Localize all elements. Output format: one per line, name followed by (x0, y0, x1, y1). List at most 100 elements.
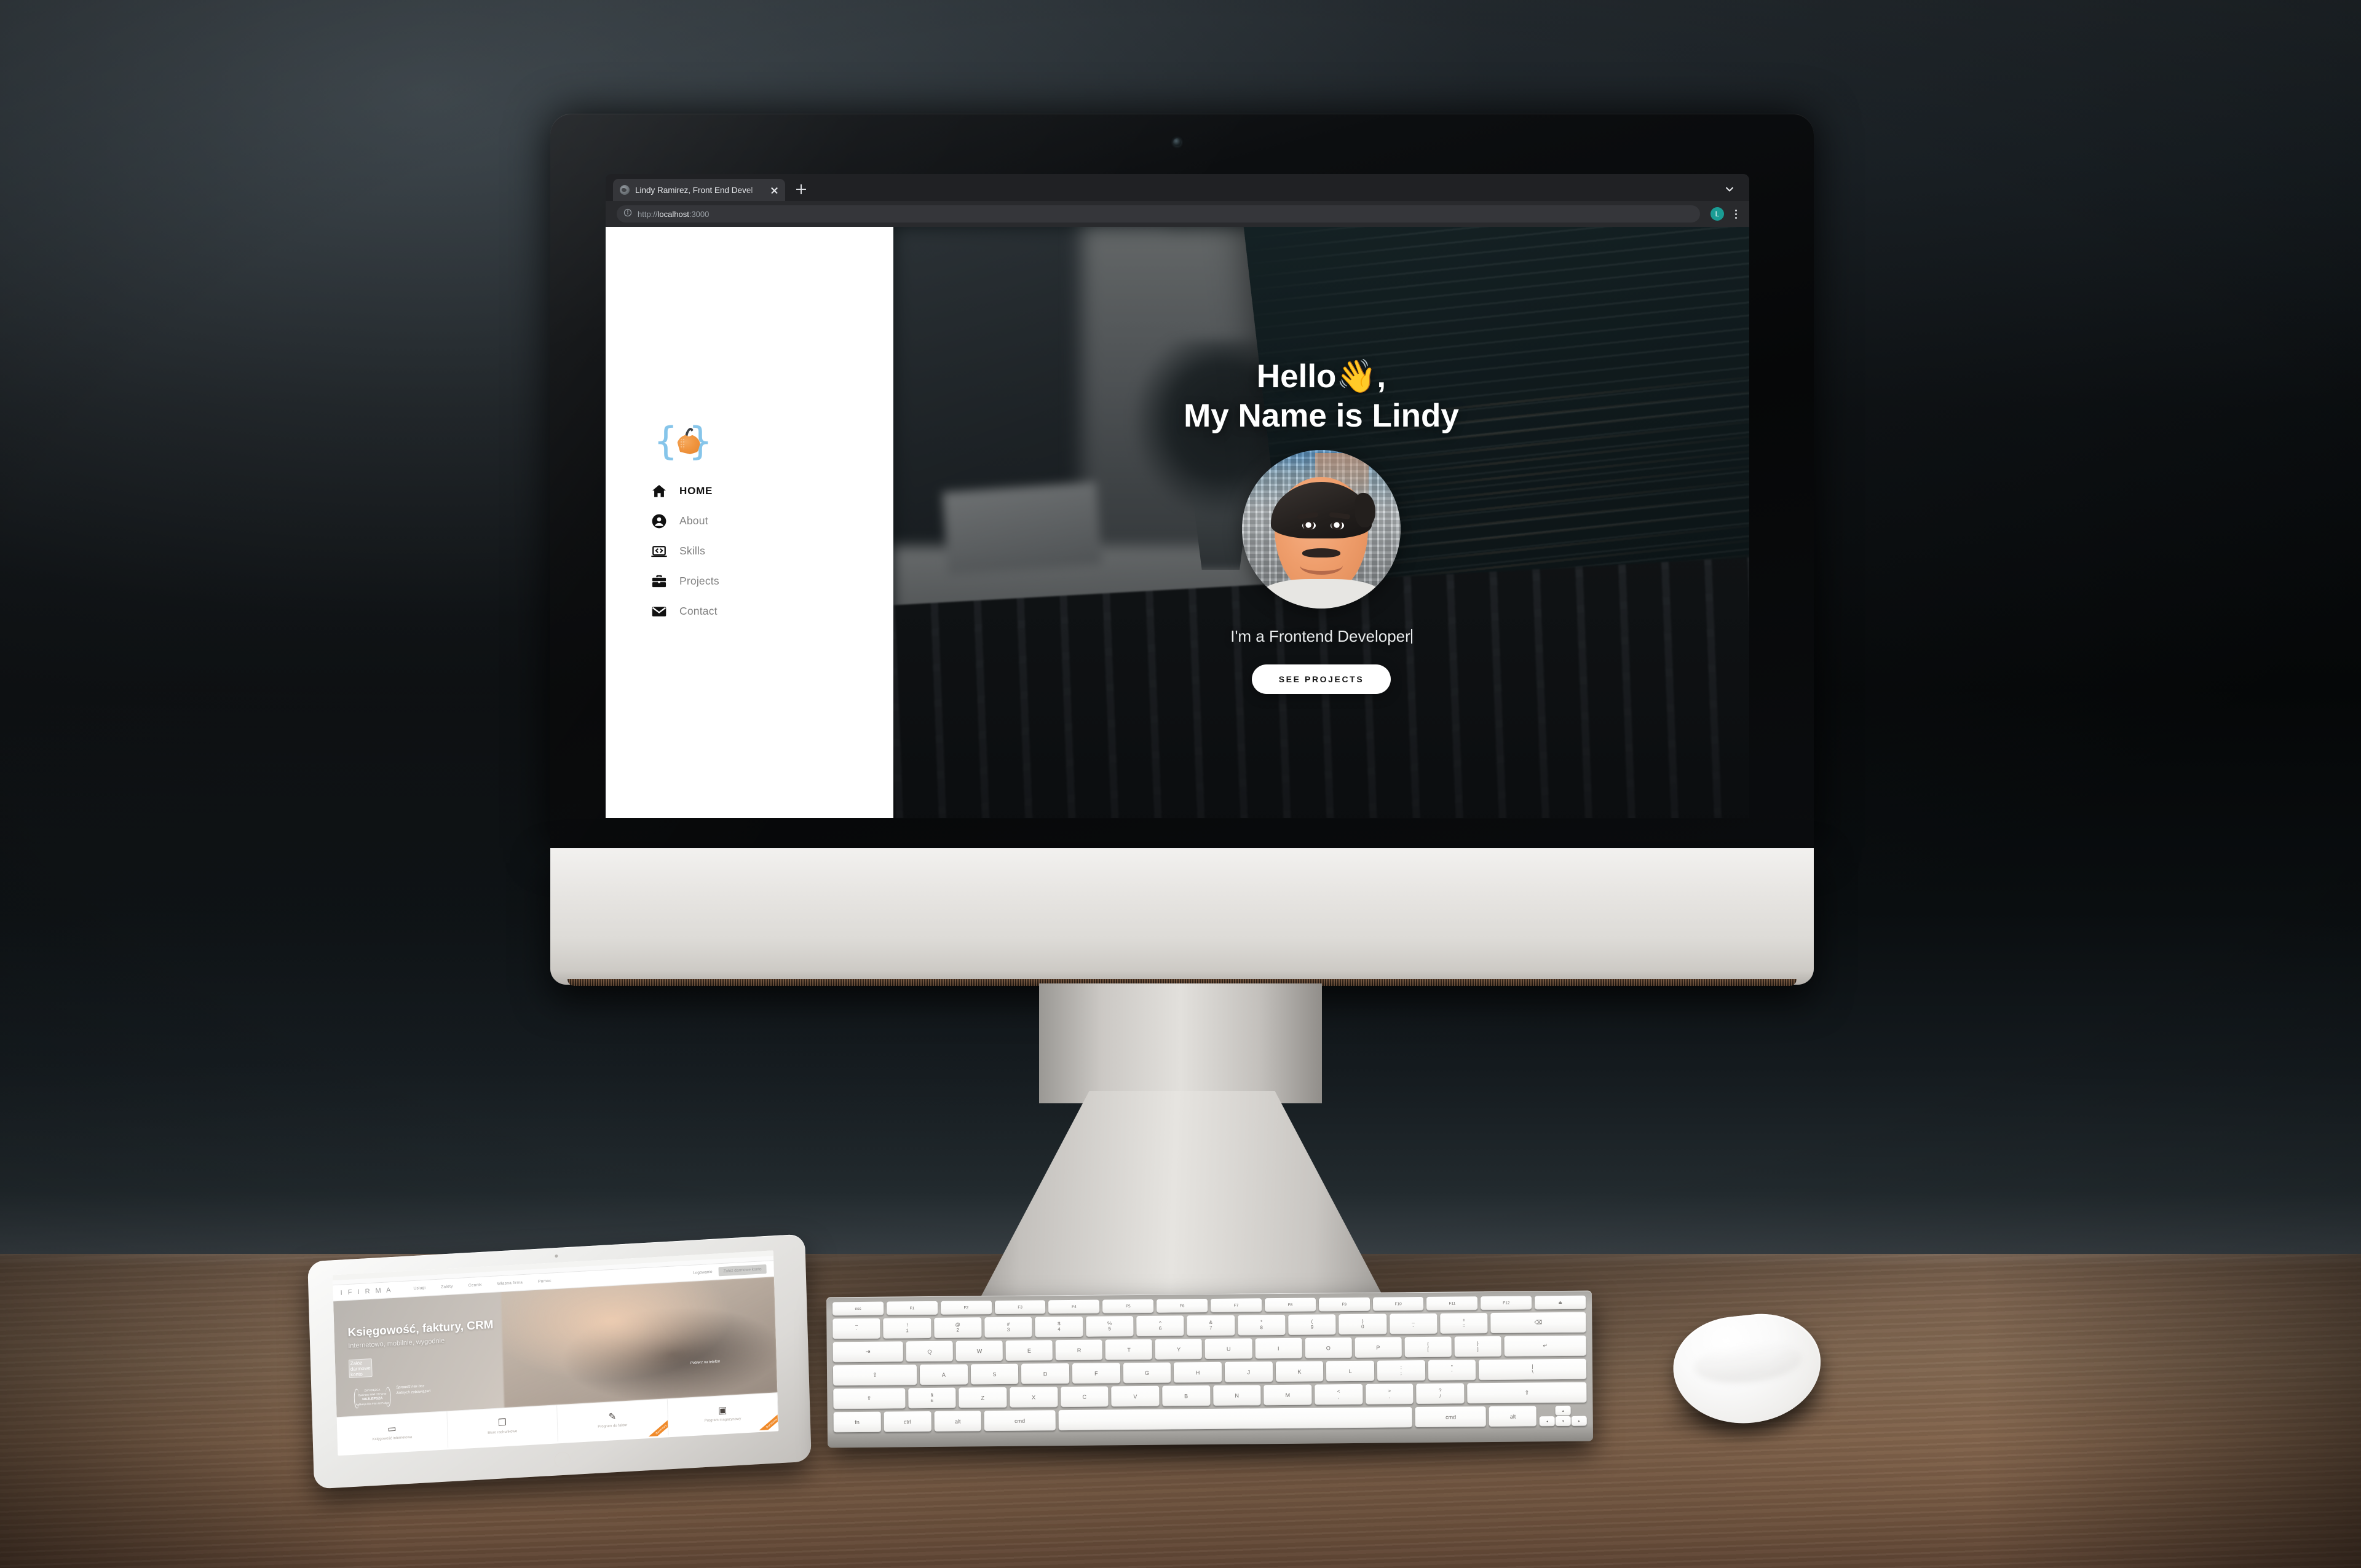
keyboard-key[interactable]: alt (1489, 1406, 1537, 1427)
keyboard-key[interactable]: " ' (1428, 1360, 1476, 1381)
keyboard-key[interactable]: ↵ (1504, 1335, 1586, 1357)
keyboard-key[interactable]: O (1305, 1337, 1352, 1358)
tablet-card[interactable]: ✎ Program do faktur Darmowy (557, 1399, 669, 1442)
browser-tab[interactable]: Lindy Ramirez, Front End Devel (613, 179, 785, 201)
keyboard-key[interactable]: esc (832, 1301, 884, 1316)
keyboard-key[interactable]: (9 (1288, 1314, 1336, 1335)
keyboard-key[interactable]: + = (1440, 1313, 1488, 1334)
tablet-nav-link[interactable]: Usługi (413, 1286, 425, 1291)
keyboard-key[interactable]: ^ 6 (1136, 1315, 1184, 1337)
tablet-login-link[interactable]: Logowanie (693, 1270, 713, 1275)
info-circle-icon[interactable] (623, 208, 632, 220)
keyboard-key[interactable]: ◂ (1539, 1416, 1556, 1427)
keyboard-key[interactable]: F6 (1157, 1299, 1208, 1313)
keyboard-key[interactable]: X (1010, 1387, 1058, 1408)
tablet-nav-link[interactable]: Zalety (441, 1284, 453, 1289)
keyboard-key[interactable]: * 8 (1237, 1314, 1286, 1336)
keyboard-key[interactable]: $4 (1035, 1316, 1083, 1338)
keyboard-key[interactable]: :; (1377, 1360, 1425, 1381)
keyboard-key[interactable]: S (970, 1363, 1019, 1385)
keyboard-key[interactable]: U (1205, 1338, 1252, 1360)
sidebar-item-home[interactable]: HOME (649, 476, 852, 506)
tablet-card[interactable]: ▣ Program magazynowy Darmowy (667, 1393, 779, 1436)
keyboard-key[interactable]: C (1060, 1386, 1109, 1408)
keyboard-key[interactable]: § ± (908, 1387, 956, 1409)
keyboard-key[interactable]: G (1123, 1362, 1171, 1384)
keyboard-key[interactable]: ▸ (1571, 1416, 1587, 1426)
keyboard-key[interactable]: I (1255, 1338, 1302, 1359)
keyboard-key[interactable]: A (919, 1364, 968, 1385)
apple-keyboard[interactable]: esc F1 F2 F3 F4 F5 F6 F7 F8 F9 F10 F11 F12 ⏏ ~ `! 1 @2 #3… (826, 1290, 1594, 1448)
keyboard-key[interactable]: <, (1315, 1384, 1363, 1405)
keyboard-key[interactable]: K (1275, 1361, 1324, 1382)
keyboard-key[interactable]: }] (1454, 1336, 1501, 1357)
see-projects-button[interactable]: SEE PROJECTS (1251, 664, 1391, 695)
keyboard-key[interactable]: W (955, 1340, 1003, 1361)
tablet-nav-link[interactable]: Własna firma (497, 1280, 523, 1286)
keyboard-key[interactable]: F1 (886, 1301, 938, 1315)
tablet-brand-logo[interactable]: I F I R M A (340, 1286, 392, 1296)
tablet-nav-link[interactable]: Cennik (469, 1283, 482, 1288)
keyboard-key[interactable]: ) 0 (1339, 1314, 1387, 1335)
keyboard-key[interactable]: #3 (984, 1317, 1032, 1338)
keyboard-key[interactable]: F11 (1426, 1296, 1478, 1310)
site-logo[interactable]: { } (654, 422, 713, 461)
keyboard-key[interactable]: @2 (933, 1317, 982, 1338)
profile-avatar[interactable]: L (1710, 207, 1724, 221)
tablet-card[interactable]: ▭ Księgowość internetowa (336, 1411, 448, 1454)
keyboard-key[interactable]: Z (959, 1387, 1007, 1408)
keyboard-key[interactable]: alt (934, 1411, 982, 1432)
keyboard-key[interactable]: F (1072, 1363, 1120, 1384)
keyboard-key[interactable]: F3 (994, 1300, 1046, 1315)
keyboard-key[interactable]: L (1326, 1360, 1375, 1382)
keyboard-key[interactable]: _ - (1389, 1313, 1438, 1334)
chevron-down-icon[interactable] (1723, 183, 1736, 195)
plus-icon[interactable] (794, 182, 809, 197)
keyboard-key[interactable]: ? / (1416, 1383, 1465, 1405)
keyboard-key[interactable]: R (1055, 1339, 1103, 1361)
keyboard-key[interactable]: H (1174, 1361, 1222, 1383)
keyboard-key[interactable]: ⇪ (832, 1365, 917, 1386)
keyboard-key[interactable]: E (1005, 1340, 1053, 1361)
tablet-card[interactable]: ❐ Biuro rachunkowe (446, 1405, 558, 1448)
keyboard-key[interactable]: T (1105, 1339, 1153, 1360)
keyboard-key[interactable]: F12 (1481, 1296, 1532, 1310)
keyboard-key[interactable]: ▾ (1555, 1416, 1571, 1427)
keyboard-key[interactable]: F4 (1048, 1299, 1100, 1314)
keyboard-key[interactable]: N (1212, 1385, 1261, 1406)
address-bar[interactable]: http://localhost:3000 (617, 205, 1700, 223)
keyboard-key[interactable]: P (1355, 1337, 1402, 1358)
keyboard-key[interactable]: F7 (1211, 1298, 1262, 1312)
kebab-menu-icon[interactable] (1728, 207, 1743, 221)
sidebar-item-projects[interactable]: Projects (649, 566, 852, 596)
tablet-hero-button[interactable]: Załóż darmowe konto (348, 1358, 373, 1379)
close-icon[interactable] (769, 185, 780, 195)
keyboard-key[interactable]: % 5 (1085, 1316, 1134, 1337)
keyboard-key[interactable]: D (1021, 1363, 1070, 1384)
keyboard-key[interactable]: ⌫ (1490, 1312, 1586, 1334)
keyboard-key[interactable]: cmd (1415, 1406, 1487, 1428)
keyboard-key[interactable]: F8 (1264, 1298, 1316, 1312)
keyboard-key[interactable]: cmd (984, 1410, 1056, 1432)
keyboard-key[interactable]: Y (1155, 1339, 1203, 1360)
keyboard-key[interactable]: F9 (1318, 1297, 1370, 1312)
keyboard-key[interactable]: ⇧ (1467, 1382, 1587, 1404)
keyboard-key[interactable]: | \ (1479, 1358, 1587, 1381)
keyboard-key[interactable]: J (1224, 1361, 1273, 1382)
keyboard-key[interactable]: F10 (1372, 1296, 1424, 1311)
keyboard-key[interactable]: M (1264, 1384, 1312, 1406)
tablet-nav-link[interactable]: Pomoc (538, 1279, 552, 1284)
keyboard-key[interactable]: fn (833, 1411, 881, 1433)
keyboard-key[interactable]: V (1111, 1385, 1160, 1407)
keyboard-key[interactable]: & 7 (1187, 1315, 1235, 1336)
keyboard-key[interactable]: B (1162, 1385, 1211, 1406)
keyboard-key[interactable]: F2 (940, 1301, 992, 1315)
keyboard-key[interactable] (1058, 1407, 1413, 1431)
keyboard-key[interactable]: F5 (1102, 1299, 1154, 1314)
keyboard-key[interactable]: ⏏ (1535, 1295, 1586, 1310)
keyboard-key[interactable]: ! 1 (883, 1317, 931, 1339)
sidebar-item-about[interactable]: About (649, 506, 852, 536)
sidebar-item-skills[interactable]: Skills (649, 536, 852, 566)
keyboard-key[interactable]: >. (1365, 1384, 1414, 1405)
arrow-keys[interactable]: ▴ ◂ ▾ ▸ (1539, 1405, 1587, 1427)
